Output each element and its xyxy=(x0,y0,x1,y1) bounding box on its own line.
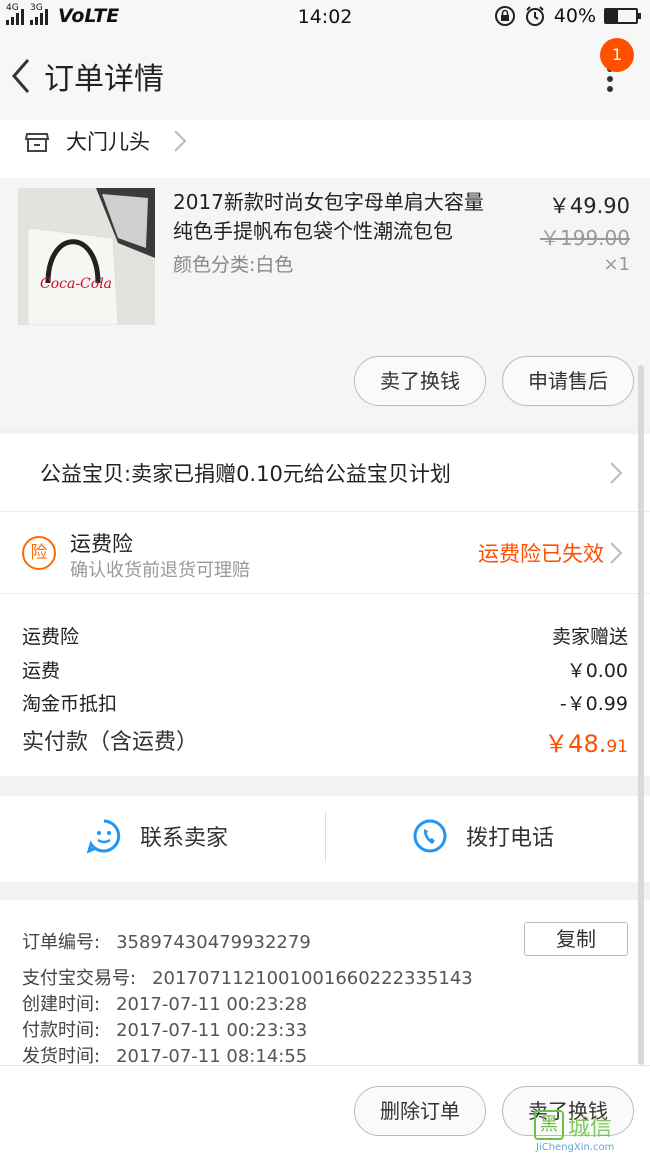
page-title: 订单详情 xyxy=(44,62,164,97)
phone-icon xyxy=(413,819,447,853)
fee-value: 卖家赠送 xyxy=(551,626,628,648)
created-time: 2017-07-11 00:23:28 xyxy=(116,994,308,1015)
battery-percent: 40% xyxy=(553,5,596,27)
order-info: 订单编号: 35897430479932279 复制 支付宝交易号: 2017071… xyxy=(0,900,650,1067)
chevron-left-icon xyxy=(12,59,30,93)
chevron-right-icon xyxy=(610,542,623,564)
contact-seller-label: 联系卖家 xyxy=(140,826,229,851)
paid-time: 2017-07-11 00:23:33 xyxy=(116,1020,308,1041)
sell-for-cash-bottom-button[interactable]: 卖了换钱 xyxy=(502,1086,634,1136)
fee-label: 淘金币抵扣 xyxy=(22,693,118,715)
total-row: 实付款（含运费） ￥48.91 xyxy=(22,724,628,758)
product-image[interactable]: Coca-Cola xyxy=(18,188,155,325)
bottom-action-bar: 删除订单 卖了换钱 xyxy=(0,1065,650,1155)
alipay-row: 支付宝交易号: 2017071121001001660222335143 xyxy=(22,968,473,989)
product-title[interactable]: 2017新款时尚女包字母单肩大容量 纯色手提帆布包袋个性潮流包包 xyxy=(173,188,518,246)
fee-row: 运费 ￥0.00 xyxy=(22,656,628,683)
total-value: ￥48.91 xyxy=(544,730,628,758)
chevron-right-icon xyxy=(610,462,623,484)
back-button[interactable] xyxy=(6,54,36,98)
more-dot-icon xyxy=(607,86,613,92)
after-sales-button[interactable]: 申请售后 xyxy=(502,356,634,406)
fee-value: ￥0.00 xyxy=(566,660,628,682)
fee-value: -￥0.99 xyxy=(559,693,628,715)
nav-bar: 订单详情 1 xyxy=(0,34,650,120)
shop-row[interactable]: 大门儿头 xyxy=(0,120,650,178)
status-bar: 4G 3G VoLTE 14:02 40% xyxy=(0,0,650,34)
insurance-icon: 险 xyxy=(22,536,56,570)
fee-label: 运费 xyxy=(22,660,61,682)
created-row: 创建时间: 2017-07-11 00:23:28 xyxy=(22,994,308,1015)
fee-row: 运费险 卖家赠送 xyxy=(22,622,628,649)
product-quantity: ×1 xyxy=(603,254,630,275)
store-icon xyxy=(24,133,50,152)
fee-summary: 运费险 卖家赠送 运费 ￥0.00 淘金币抵扣 -￥0.99 实付款（含运费） … xyxy=(0,594,650,776)
charity-row[interactable]: 公益宝贝:卖家已捐赠0.10元给公益宝贝计划 xyxy=(0,434,650,512)
call-phone-label: 拨打电话 xyxy=(466,826,555,851)
chevron-right-icon xyxy=(174,130,187,152)
sell-for-cash-button[interactable]: 卖了换钱 xyxy=(354,356,486,406)
shop-name: 大门儿头 xyxy=(66,130,150,154)
product-price: ￥49.90 xyxy=(548,194,630,218)
fee-label: 运费险 xyxy=(22,626,80,648)
copy-button[interactable]: 复制 xyxy=(524,922,628,956)
scrollbar[interactable] xyxy=(638,365,644,1065)
alipay-number: 2017071121001001660222335143 xyxy=(152,968,473,989)
contact-bar: 联系卖家 拨打电话 xyxy=(0,796,650,882)
battery-icon xyxy=(604,8,641,24)
insurance-status: 运费险已失效 xyxy=(478,542,604,566)
call-phone-button[interactable]: 拨打电话 xyxy=(326,796,650,882)
status-right: 40% xyxy=(494,5,641,27)
order-number-row: 订单编号: 35897430479932279 xyxy=(22,932,311,953)
shipping-insurance-row[interactable]: 险 运费险 确认收货前退货可理赔 运费险已失效 xyxy=(0,512,650,594)
product-bag-icon: Coca-Cola xyxy=(18,188,155,325)
contact-seller-button[interactable]: 联系卖家 xyxy=(0,796,325,882)
insurance-title: 运费险 xyxy=(70,532,133,556)
paid-row: 付款时间: 2017-07-11 00:23:33 xyxy=(22,1020,308,1041)
more-dot-icon xyxy=(607,76,613,82)
svg-text:Coca-Cola: Coca-Cola xyxy=(40,276,112,292)
fee-row: 淘金币抵扣 -￥0.99 xyxy=(22,689,628,716)
alarm-icon xyxy=(525,6,544,26)
delete-order-button[interactable]: 删除订单 xyxy=(354,1086,486,1136)
order-item[interactable]: Coca-Cola 2017新款时尚女包字母单肩大容量 纯色手提帆布包袋个性潮流… xyxy=(0,178,650,426)
chat-smile-icon xyxy=(86,819,121,854)
charity-text: 公益宝贝:卖家已捐赠0.10元给公益宝贝计划 xyxy=(40,462,451,486)
shipped-time: 2017-07-11 08:14:55 xyxy=(116,1046,308,1067)
total-label: 实付款（含运费） xyxy=(22,730,199,755)
notification-badge: 1 xyxy=(600,38,634,72)
product-original-price: ￥199.00 xyxy=(540,226,630,250)
order-number: 35897430479932279 xyxy=(116,932,311,953)
product-sku: 颜色分类:白色 xyxy=(173,254,294,276)
rotation-lock-icon xyxy=(494,6,515,26)
insurance-desc: 确认收货前退货可理赔 xyxy=(70,560,250,581)
